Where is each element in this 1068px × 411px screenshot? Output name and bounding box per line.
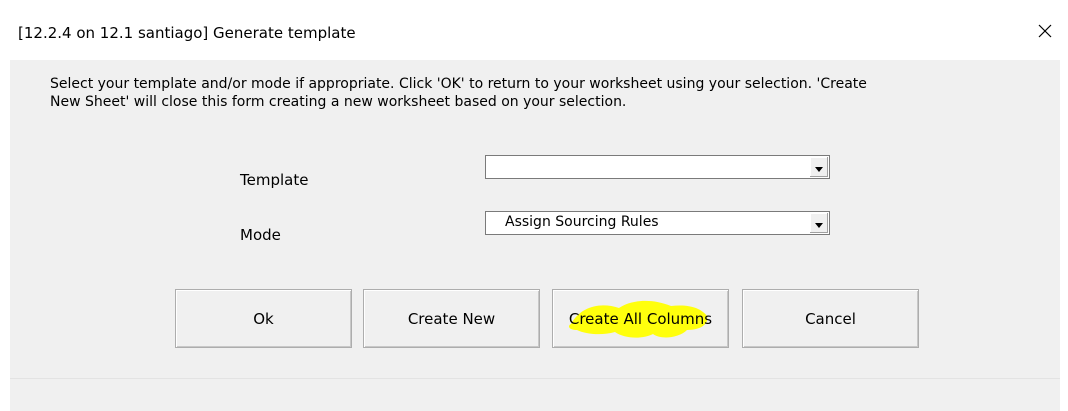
template-label: Template <box>240 171 309 189</box>
close-icon <box>1037 23 1053 39</box>
create-new-button-label: Create New <box>407 309 496 328</box>
mode-dropdown-value: Assign Sourcing Rules <box>505 214 659 230</box>
mode-dropdown-arrow[interactable] <box>809 213 828 233</box>
dropdown-arrow-icon <box>814 214 824 233</box>
ok-button-label: Ok <box>253 309 274 328</box>
cancel-button[interactable]: Cancel <box>742 289 919 348</box>
create-all-columns-button-label: Create All Columns <box>568 309 713 328</box>
create-new-button[interactable]: Create New <box>363 289 540 348</box>
bottom-strip <box>10 378 1060 411</box>
close-button[interactable] <box>1030 16 1060 46</box>
ok-button[interactable]: Ok <box>175 289 352 348</box>
dialog-window: [12.2.4 on 12.1 santiago] Generate templ… <box>0 0 1068 411</box>
mode-label: Mode <box>240 226 281 244</box>
window-title: [12.2.4 on 12.1 santiago] Generate templ… <box>18 24 356 42</box>
cancel-button-label: Cancel <box>805 309 856 328</box>
title-bar: [12.2.4 on 12.1 santiago] Generate templ… <box>0 0 1068 60</box>
template-dropdown-arrow[interactable] <box>809 157 828 177</box>
mode-dropdown[interactable]: Assign Sourcing Rules <box>485 211 830 235</box>
instructions-line-1: Select your template and/or mode if appr… <box>50 76 867 92</box>
create-all-columns-button[interactable]: Create All Columns <box>552 289 729 348</box>
form-body: Select your template and/or mode if appr… <box>10 60 1060 378</box>
dropdown-arrow-icon <box>814 158 824 177</box>
instructions-text: Select your template and/or mode if appr… <box>50 75 1040 111</box>
template-dropdown[interactable] <box>485 155 830 179</box>
instructions-line-2: New Sheet' will close this form creating… <box>50 94 627 110</box>
